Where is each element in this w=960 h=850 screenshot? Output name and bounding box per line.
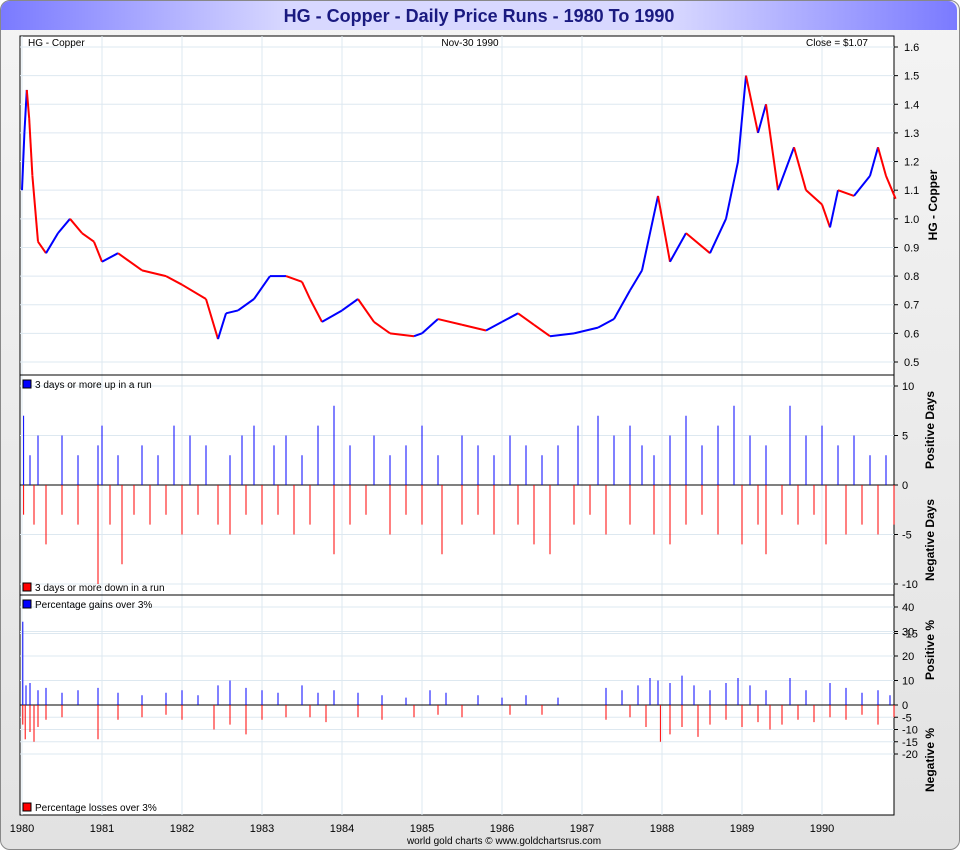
x-tick-label: 1983 xyxy=(250,823,274,835)
legend-up-swatch xyxy=(22,379,32,389)
y-tick-label: 1.4 xyxy=(904,99,919,111)
y-axis-label-positive: Positive % xyxy=(923,620,937,680)
y-tick-label: -15 xyxy=(902,737,918,749)
legend-down: Percentage losses over 3% xyxy=(35,803,157,814)
y-tick-label: 1.0 xyxy=(904,214,919,226)
y-axis-label: HG - Copper xyxy=(926,169,940,240)
header-right: Close = $1.07 xyxy=(806,38,868,49)
y-tick-label: -5 xyxy=(902,530,912,542)
x-tick-label: 1985 xyxy=(410,823,434,835)
footer-credit: world gold charts © www.goldchartsrus.co… xyxy=(406,836,601,847)
x-tick-label: 1988 xyxy=(650,823,674,835)
x-tick-label: 1989 xyxy=(730,823,754,835)
y-tick-label: 0.9 xyxy=(904,242,919,254)
y-tick-label: 5 xyxy=(902,431,908,443)
y-tick-label: 10 xyxy=(902,381,914,393)
y-tick-label: 0.7 xyxy=(904,300,919,312)
y-tick-label: -20 xyxy=(902,749,918,761)
legend-down-swatch xyxy=(22,582,32,592)
x-tick-label: 1986 xyxy=(490,823,514,835)
plot-area xyxy=(19,35,895,816)
y-tick-label: 0 xyxy=(902,480,908,492)
legend-down-swatch xyxy=(22,802,32,812)
y-tick-label: 0.8 xyxy=(904,271,919,283)
y-tick-label: -10 xyxy=(902,725,918,737)
y-tick-label: 1.1 xyxy=(904,185,919,197)
y-tick-label: -5 xyxy=(902,712,912,724)
y-tick-label: 40 xyxy=(902,602,914,614)
y-axis-label-positive: Positive Days xyxy=(923,391,937,469)
y-tick-label: 1.3 xyxy=(904,128,919,140)
x-tick-label: 1990 xyxy=(810,823,834,835)
y-tick-label: 30 xyxy=(902,627,914,639)
legend-down: 3 days or more down in a run xyxy=(35,583,165,594)
x-tick-label: 1980 xyxy=(10,823,34,835)
y-tick-label: 1.6 xyxy=(904,42,919,54)
x-tick-label: 1981 xyxy=(90,823,114,835)
y-tick-label: 0.5 xyxy=(904,357,919,369)
chart-svg: 1980 1981 1982 1983 1984 1985 1986 1987 1988 1989… xyxy=(10,35,940,847)
x-tick-label: 1987 xyxy=(570,823,594,835)
y-tick-label: 10 xyxy=(902,676,914,688)
x-tick-label: 1984 xyxy=(330,823,354,835)
y-axis-label-negative: Negative Days xyxy=(923,499,937,581)
y-axis-label-negative: Negative % xyxy=(923,728,937,792)
y-tick-label: 0 xyxy=(902,700,908,712)
y-tick-label: 0.6 xyxy=(904,328,919,340)
header-center: Nov-30 1990 xyxy=(441,38,499,49)
legend-up: 3 days or more up in a run xyxy=(35,380,152,391)
x-tick-label: 1982 xyxy=(170,823,194,835)
y-tick-label: -10 xyxy=(902,579,918,591)
header-left: HG - Copper xyxy=(28,38,85,49)
legend-up-swatch xyxy=(22,599,32,609)
y-tick-label: 20 xyxy=(902,651,914,663)
y-tick-label: 1.2 xyxy=(904,157,919,169)
legend-up: Percentage gains over 3% xyxy=(35,600,152,611)
y-tick-label: 1.5 xyxy=(904,71,919,83)
